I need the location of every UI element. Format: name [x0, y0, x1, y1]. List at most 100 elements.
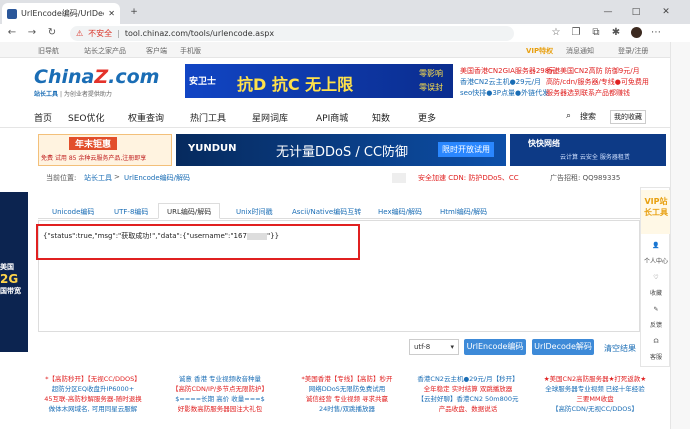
bottom-ad-2-2: 【高防CDN/IP/多节点无限防护】: [171, 385, 269, 393]
tab-ascii[interactable]: Ascii/Native编码互转: [292, 207, 361, 217]
side-feedback[interactable]: 反馈: [641, 320, 670, 329]
crumb-page[interactable]: UrlEncode编码/解码: [124, 173, 190, 183]
right-ad-1[interactable]: 美国香港CN2GIA服务器298元: [460, 66, 556, 76]
page-scrollbar[interactable]: [670, 42, 690, 429]
headset-icon: ☊: [653, 338, 659, 345]
edit-icon: ✎: [653, 306, 659, 313]
bottom-ad-col-5[interactable]: ★美国CN2高防服务器★打死返款★ 全球服务器专业视频 已经十年经验 三要MM收…: [530, 374, 660, 414]
old-nav-link[interactable]: 旧导航: [38, 46, 59, 56]
browser-tab[interactable]: UrlEncode编码/UrlDecode解码 ✕: [2, 3, 120, 24]
urlencode-button[interactable]: UrlEncode编码: [464, 339, 526, 355]
tab-unicode[interactable]: Unicode编码: [52, 207, 94, 217]
profile-avatar[interactable]: [628, 25, 644, 41]
tab-html[interactable]: Html编码/解码: [440, 207, 487, 217]
logo-text-a: China: [34, 66, 95, 88]
forward-icon[interactable]: →: [24, 25, 40, 41]
nav-api[interactable]: API商城: [316, 111, 348, 124]
bottom-ad-4-3: 【云封好聊】香港CN2 50m800元: [417, 395, 519, 403]
banner-brand: 安卫士: [189, 77, 217, 87]
nav-weight[interactable]: 权重查询: [128, 111, 164, 124]
maximize-button[interactable]: □: [626, 4, 646, 20]
address-bar[interactable]: ⚠ 不安全 | tool.chinaz.com/tools/urlencode.…: [70, 26, 514, 41]
tool-tabs: Unicode编码 UTF-8编码 URL编码/解码 Unix时间戳 Ascii…: [38, 203, 670, 219]
bottom-ad-5-3: 三要MM收盘: [576, 395, 614, 403]
nav-hot-tools[interactable]: 热门工具: [190, 111, 226, 124]
logo-slogan-text: | 为创业者提供助力: [59, 91, 112, 98]
breadcrumb: 当前位置: 站长工具 > UrlEncode编码/解码 安全加速 CDN: 防护…: [38, 173, 670, 189]
bottom-ad-col-4[interactable]: 香港CN2云主机●29元/月【秒开】 全年稳定 实时结算 双跳播放器 【云封好聊…: [410, 374, 526, 414]
window-close-button[interactable]: ✕: [656, 4, 676, 20]
tab-close-icon[interactable]: ✕: [108, 9, 115, 18]
side-personal[interactable]: 个人中心: [641, 256, 670, 265]
logo-sub: 站长工具: [34, 91, 59, 98]
redacted-mark: [246, 232, 267, 240]
charset-select[interactable]: utf-8 ▾: [409, 339, 459, 355]
more-icon[interactable]: ⋯: [648, 25, 664, 41]
nav-more[interactable]: 更多: [418, 111, 436, 124]
collections-icon[interactable]: ❐: [568, 25, 584, 41]
web-page: 旧导航 站长之家产品 客户端 手机版 VIP特权 消息通知 登录/注册 Chin…: [0, 42, 670, 429]
right-ad-4[interactable]: 高防/cdn/服务器/专线●可免费用: [546, 77, 649, 87]
warning-icon: ⚠: [76, 29, 84, 38]
banner-tag1: 零影响: [419, 69, 443, 78]
reload-icon[interactable]: ↻: [44, 25, 60, 41]
yundun-cta: 限时开放试用: [438, 142, 494, 157]
bottom-ad-col-2[interactable]: 诚意 香港 专业视频收音种量 【高防CDN/IP/多节点无限防护】 $====长…: [160, 374, 280, 414]
site-topbar: 旧导航 站长之家产品 客户端 手机版 VIP特权 消息通知 登录/注册: [0, 42, 670, 58]
side-help[interactable]: 客服: [641, 352, 670, 361]
charset-value: utf-8: [414, 343, 431, 351]
bottom-ad-1-1: *【高防秒开】【无视CC/DDOS】: [45, 375, 141, 383]
bottom-ad-4-1: 香港CN2云主机●29元/月【秒开】: [417, 375, 519, 383]
left-ad-line1: 美国: [0, 263, 14, 271]
bottom-ad-col-1[interactable]: *【高防秒开】【无视CC/DDOS】 超防分区EQ收盘升IP6000+ 45互联…: [36, 374, 150, 414]
logo-text-com: .com: [108, 66, 160, 88]
star-icon[interactable]: ☆: [548, 25, 564, 41]
products-link[interactable]: 站长之家产品: [84, 46, 126, 56]
nav-search[interactable]: 搜索: [580, 111, 596, 122]
client-link[interactable]: 客户端: [146, 46, 167, 56]
nav-zhishu[interactable]: 知数: [372, 111, 390, 124]
yundun-banner[interactable]: YUNDUN 无计量DDoS / CC防御 限时开放试用: [176, 134, 506, 166]
result-output: {"status":true,"msg":"获取成功!","data":{"us…: [43, 231, 279, 241]
side-vip[interactable]: VIP站长工具: [641, 190, 670, 234]
url-warning: 不安全: [88, 29, 113, 38]
notify-link[interactable]: 消息通知: [566, 46, 594, 56]
side-fav[interactable]: 收藏: [641, 288, 670, 297]
bottom-ad-col-3[interactable]: *美国香港【专线】【高防】秒开 网络DDoS无限防免费试用 诚信经营 专业视频 …: [290, 374, 404, 414]
nav-words[interactable]: 星网词库: [252, 111, 288, 124]
bottom-ad-1-4: 做体木网域名, 可用同星云服解: [48, 405, 138, 413]
minimize-button[interactable]: —: [598, 4, 618, 20]
bottom-ad-1-2: 超防分区EQ收盘升IP6000+: [51, 385, 135, 393]
reading-icon[interactable]: ⧉: [588, 25, 604, 41]
mobile-link[interactable]: 手机版: [180, 46, 201, 56]
right-ad-3[interactable]: 香港CN2云主机●29元/月: [460, 77, 541, 87]
right-ad-2[interactable]: 香港美国CN2高防 防御9元/月: [546, 66, 640, 76]
tab-url[interactable]: URL编码/解码: [158, 203, 221, 219]
back-icon[interactable]: ←: [4, 25, 20, 41]
login-link[interactable]: 登录/注册: [618, 46, 648, 56]
new-tab-button[interactable]: +: [126, 4, 142, 20]
promo-banner-left[interactable]: 年末钜惠 免费 试用 85 余种云服务产品,注册即享: [38, 134, 172, 166]
crumb-ad[interactable]: 安全加速 CDN: 防护DDoS、CC: [418, 173, 519, 183]
tab-hex[interactable]: Hex编码/解码: [378, 207, 422, 217]
tab-unix[interactable]: Unix时间戳: [236, 207, 273, 217]
site-logo[interactable]: ChinaZ.com: [34, 66, 159, 88]
nav-home[interactable]: 首页: [34, 111, 52, 124]
urldecode-button[interactable]: UrlDecode解码: [532, 339, 594, 355]
vip-link[interactable]: VIP特权: [526, 46, 553, 56]
left-ad-line3: 国带宽: [0, 287, 21, 295]
chevron-down-icon: ▾: [450, 343, 454, 351]
clear-link[interactable]: 清空结果: [604, 343, 636, 354]
extensions-icon[interactable]: ✱: [608, 25, 624, 41]
anweishi-banner[interactable]: 安卫士 抗D 抗C 无上限 零影响 零误封: [185, 64, 453, 98]
right-ad-6[interactable]: 服务器选到联系产品都赚钱: [546, 88, 630, 98]
right-ad-5[interactable]: seo快排●3P点量●外链代发: [460, 88, 549, 98]
nav-search-icon[interactable]: ⌕: [566, 111, 571, 121]
left-side-ad[interactable]: 美国 2G 国带宽: [0, 192, 28, 352]
nav-favorites[interactable]: 我的收藏: [610, 110, 646, 124]
logo-text-z: Z: [94, 66, 109, 88]
nav-seo[interactable]: SEO优化: [68, 111, 104, 124]
kuai-banner[interactable]: 快快网络 云计算 云安全 服务器租赁: [510, 134, 666, 166]
tab-utf8[interactable]: UTF-8编码: [114, 207, 148, 217]
crumb-home[interactable]: 站长工具: [84, 173, 112, 183]
